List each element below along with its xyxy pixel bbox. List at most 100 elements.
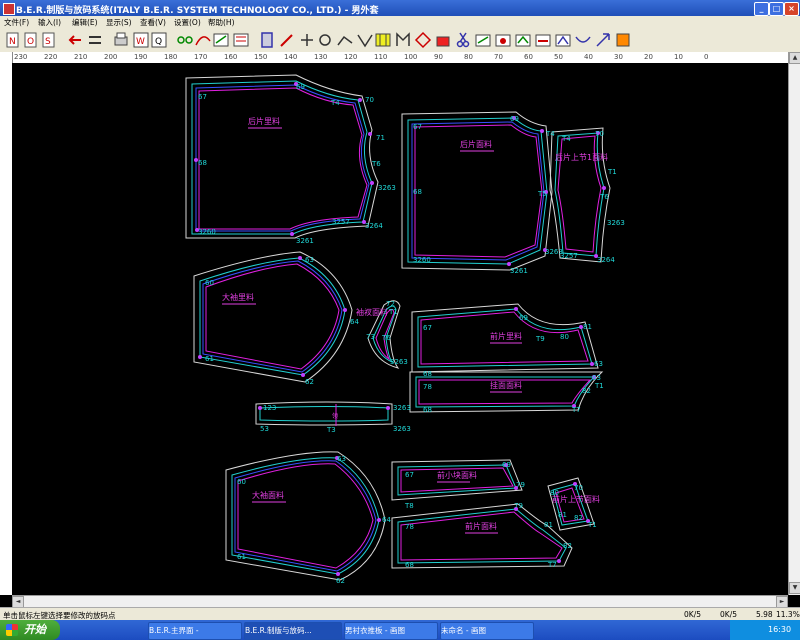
line-tool-icon[interactable] (336, 31, 354, 49)
add-point-icon[interactable] (298, 31, 316, 49)
label-back-lining: 后片里料 (248, 116, 280, 126)
point-label: 67 (198, 93, 207, 101)
notch-tool-icon[interactable] (394, 31, 412, 49)
print-icon[interactable] (112, 31, 130, 49)
point-label: 78 (405, 523, 414, 531)
circle-tool-icon[interactable] (316, 31, 334, 49)
task-pattern-system[interactable]: B.E.R.制版与放码... (244, 622, 342, 640)
task-main-interface[interactable]: B.E.R.主界面 - (148, 622, 242, 640)
export-icon[interactable] (614, 31, 632, 49)
point-label: 69 (502, 461, 511, 469)
point-label: 81 (583, 323, 592, 331)
minimize-button[interactable]: _ (754, 2, 769, 16)
close-button[interactable]: × (784, 2, 799, 16)
piece-back-lining[interactable] (185, 74, 379, 239)
point-label: 81 (544, 521, 553, 529)
arrow-left-icon[interactable] (66, 31, 84, 49)
point-label: 79 (516, 481, 525, 489)
point-label: 61 (205, 355, 214, 363)
ruler-label: 60 (524, 53, 533, 61)
menu-input[interactable]: 输入(I) (38, 17, 61, 28)
point-label: 73 (366, 333, 375, 341)
point-label: 80 (550, 489, 559, 497)
piece-grade-icon[interactable] (474, 31, 492, 49)
point-label: 123 (263, 404, 276, 412)
point-label: 3263 (393, 425, 411, 433)
scissors-icon[interactable] (454, 31, 472, 49)
ruler-label: 30 (614, 53, 623, 61)
grade-view-icon[interactable] (554, 31, 572, 49)
point-link-icon[interactable] (176, 31, 194, 49)
status-ok-2: 0K/5 (720, 610, 737, 619)
start-button[interactable]: 开始 (0, 620, 60, 640)
point-label: T6 (599, 193, 609, 201)
piece-sleeve-lining[interactable] (193, 251, 353, 383)
point-label: 67 (413, 123, 422, 131)
point-label: 3257 (560, 252, 578, 260)
ruler-label: 200 (104, 53, 118, 61)
grade-mirror-icon[interactable] (514, 31, 532, 49)
menu-file[interactable]: 文件(F) (4, 17, 29, 28)
point-label: 82 (574, 514, 583, 522)
piece-front-face[interactable] (391, 503, 573, 569)
scroll-down-icon[interactable]: ▼ (789, 582, 800, 594)
curve-tool-icon[interactable] (194, 31, 212, 49)
piece-tool-icon[interactable] (232, 31, 250, 49)
svg-text:W: W (136, 37, 145, 47)
system-tray: 16:30 (730, 620, 800, 640)
label-cuff: 袖衩面料 (356, 307, 388, 317)
grade-point-icon[interactable] (414, 31, 432, 49)
grade-tool-icon[interactable] (434, 31, 452, 49)
point-label: T4 (545, 130, 555, 138)
dart-tool-icon[interactable] (356, 31, 374, 49)
ruler-label: 20 (644, 53, 653, 61)
menu-view[interactable]: 查看(V) (140, 17, 166, 28)
grade-rule-icon[interactable] (534, 31, 552, 49)
move-point-icon[interactable] (594, 31, 612, 49)
task-shirt-paint[interactable]: 男衬衣推板 - 画图 (344, 622, 438, 640)
curve-grade-icon[interactable] (574, 31, 592, 49)
menu-display[interactable]: 显示(S) (106, 17, 132, 28)
label-collar: 领 (332, 412, 338, 420)
task-untitled-paint[interactable]: 未命名 - 画图 (440, 622, 534, 640)
ruler-label: 70 (494, 53, 503, 61)
new-file-icon[interactable]: N (4, 31, 22, 49)
point-label: 63 (592, 374, 601, 382)
pattern-drawing[interactable]: 后片里料 后片面料 后片上节1面料 大袖里料 袖衩面料 前片里料 挂面面料 领 … (12, 63, 788, 595)
point-label: 3261 (510, 267, 528, 275)
point-label: 68 (423, 370, 432, 378)
point-label: 3260 (413, 256, 431, 264)
save-file-icon[interactable]: S (40, 31, 58, 49)
point-label: 82 (582, 387, 591, 395)
drawing-canvas[interactable]: 后片里料 后片面料 后片上节1面料 大袖里料 袖衩面料 前片里料 挂面面料 领 … (12, 63, 788, 595)
scroll-up-icon[interactable]: ▲ (789, 52, 800, 64)
maximize-button[interactable]: □ (769, 2, 784, 16)
point-label: 78 (423, 383, 432, 391)
menu-help[interactable]: 帮助(H) (208, 17, 235, 28)
svg-text:S: S (45, 37, 51, 47)
menu-settings[interactable]: 设置(O) (174, 17, 201, 28)
pen-icon[interactable] (278, 31, 296, 49)
open-file-icon[interactable]: O (22, 31, 40, 49)
vertical-scrollbar[interactable]: ▲ ▼ (788, 52, 800, 595)
piece-collar[interactable] (255, 401, 393, 426)
point-label: 70 (574, 484, 583, 492)
point-label: 62 (305, 378, 314, 386)
grade-copy-icon[interactable] (494, 31, 512, 49)
piece-sleeve-face[interactable] (225, 451, 386, 581)
ruler-label: 190 (134, 53, 148, 61)
windows-logo-icon (6, 624, 18, 636)
align-icon[interactable] (86, 31, 104, 49)
measure-w-icon[interactable]: W (132, 31, 150, 49)
select-piece-icon[interactable] (258, 31, 276, 49)
menu-edit[interactable]: 编辑(E) (72, 17, 98, 28)
pleat-tool-icon[interactable] (374, 31, 392, 49)
pattern-edit-icon[interactable] (212, 31, 230, 49)
point-label: 3260 (198, 228, 216, 236)
label-front-facing: 挂面面料 (490, 380, 522, 390)
point-label: 62 (336, 577, 345, 585)
zoom-icon[interactable]: Q (150, 31, 168, 49)
piece-back-face[interactable] (401, 111, 553, 271)
clock: 16:30 (768, 625, 792, 634)
ruler-label: 160 (224, 53, 238, 61)
